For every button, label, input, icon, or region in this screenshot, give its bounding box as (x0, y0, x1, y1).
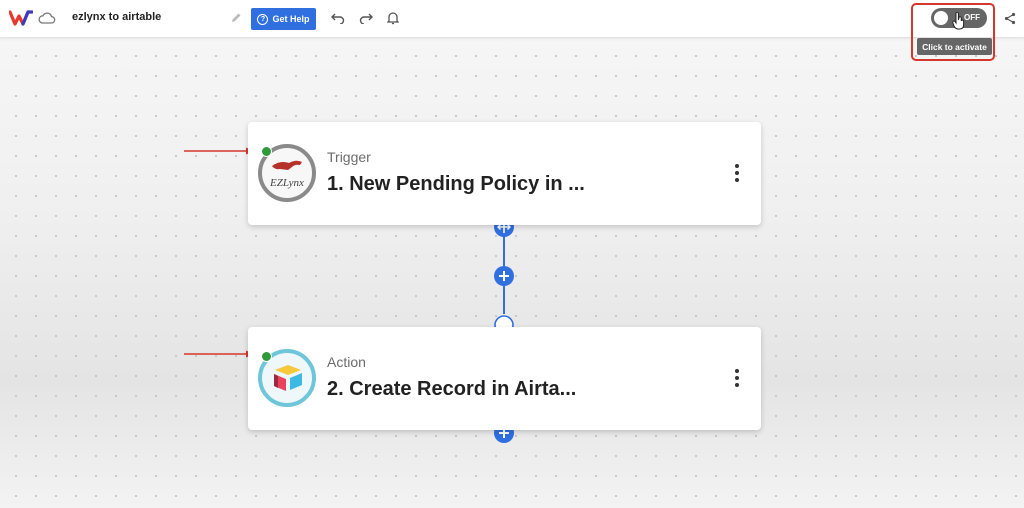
annotation-arrow (184, 147, 254, 155)
ezlynx-logo-text: EZLynx (269, 177, 304, 189)
connector-line (503, 236, 505, 266)
status-active-dot (261, 146, 272, 157)
get-help-button[interactable]: ? Get Help (251, 8, 316, 30)
redo-icon[interactable] (358, 11, 374, 25)
status-active-dot (261, 351, 272, 362)
get-help-label: Get Help (272, 14, 310, 24)
annotation-arrow (184, 350, 254, 358)
kebab-menu-icon[interactable] (730, 367, 744, 389)
top-toolbar: ezlynx to airtable ? Get Help (0, 0, 1024, 38)
action-step-card[interactable]: Action 2. Create Record in Airta... (248, 327, 761, 430)
hand-cursor-icon (952, 11, 966, 30)
trigger-step-card[interactable]: EZLynx Trigger 1. New Pending Policy in … (248, 122, 761, 225)
logo-icon[interactable] (9, 9, 33, 27)
help-icon: ? (257, 13, 269, 25)
bell-icon[interactable] (386, 10, 400, 26)
step-title[interactable]: 2. Create Record in Airta... (327, 378, 576, 401)
step-title[interactable]: 1. New Pending Policy in ... (327, 173, 585, 196)
pencil-icon[interactable] (229, 11, 243, 25)
undo-icon[interactable] (330, 11, 346, 25)
toggle-state-label: OFF (964, 13, 980, 22)
toggle-knob (934, 11, 948, 25)
workflow-title[interactable]: ezlynx to airtable (72, 11, 161, 23)
cloud-icon (38, 10, 56, 26)
step-type-label: Trigger (327, 149, 371, 165)
plus-icon[interactable] (493, 265, 515, 287)
share-icon[interactable] (1003, 11, 1017, 25)
kebab-menu-icon[interactable] (730, 162, 744, 184)
connector-line (503, 286, 505, 314)
step-type-label: Action (327, 354, 366, 370)
activate-tooltip: Click to activate (917, 38, 992, 55)
